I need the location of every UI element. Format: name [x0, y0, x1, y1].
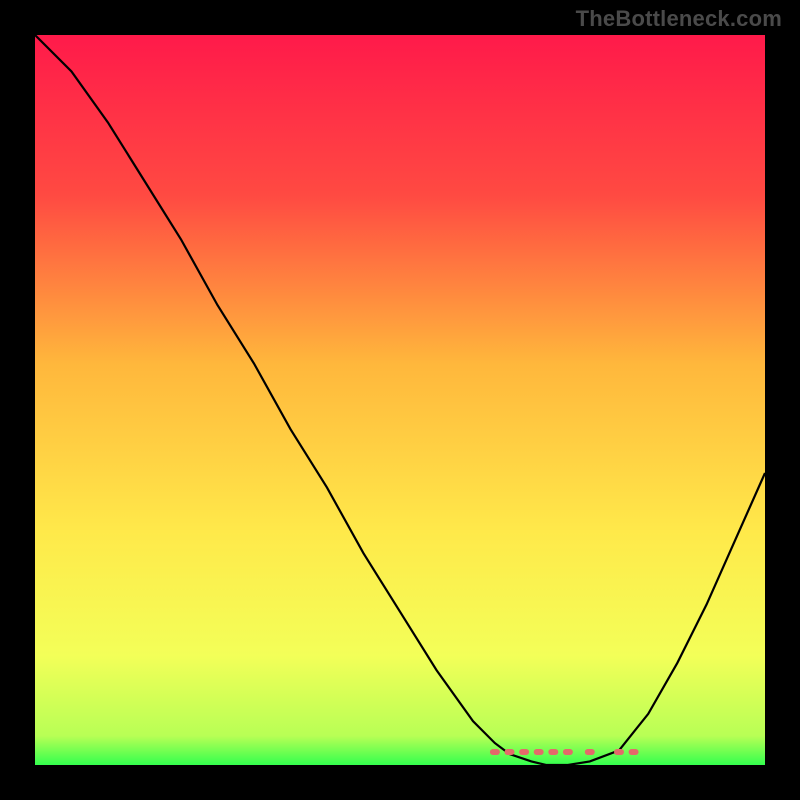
bottom-marker	[534, 749, 544, 755]
bottom-marker	[585, 749, 595, 755]
attribution-text: TheBottleneck.com	[576, 6, 782, 32]
bottom-marker	[563, 749, 573, 755]
bottom-marker	[505, 749, 515, 755]
plot-area	[35, 35, 765, 765]
chart-frame: TheBottleneck.com	[0, 0, 800, 800]
bottom-marker	[629, 749, 639, 755]
bottom-marker	[614, 749, 624, 755]
bottom-marker	[548, 749, 558, 755]
bottleneck-curve	[35, 35, 765, 765]
bottom-marker	[519, 749, 529, 755]
bottom-marker	[490, 749, 500, 755]
